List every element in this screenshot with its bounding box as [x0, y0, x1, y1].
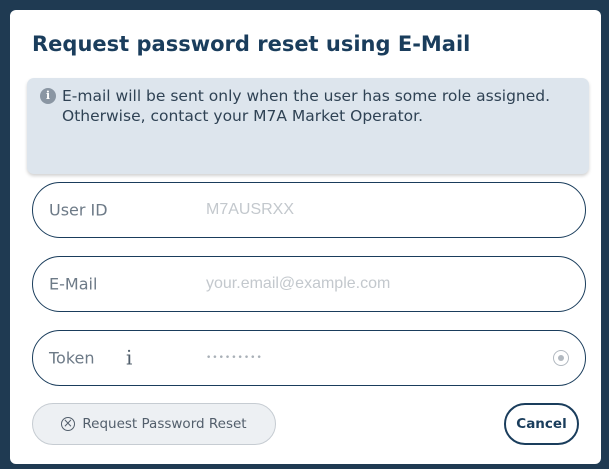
token-info-icon[interactable]: i: [126, 346, 132, 370]
user-id-label: User ID: [49, 200, 108, 220]
info-message-box: i E-mail will be sent only when the user…: [27, 78, 589, 174]
dialog-title: Request password reset using E-Mail: [32, 32, 471, 56]
request-password-reset-button[interactable]: Request Password Reset: [32, 403, 276, 445]
password-reset-dialog: Request password reset using E-Mail i E-…: [10, 10, 601, 464]
token-input[interactable]: •••••••••: [206, 353, 263, 363]
token-label: Token: [49, 348, 95, 368]
info-circle-icon: i: [40, 88, 56, 104]
email-input[interactable]: [206, 275, 536, 293]
info-message-text: E-mail will be sent only when the user h…: [62, 87, 551, 125]
email-label: E-Mail: [49, 274, 98, 294]
email-field[interactable]: E-Mail: [32, 256, 586, 312]
user-id-input[interactable]: [206, 201, 536, 219]
request-password-reset-label: Request Password Reset: [82, 416, 247, 432]
user-id-field[interactable]: User ID: [32, 182, 586, 238]
cancel-label: Cancel: [516, 416, 567, 432]
reset-circle-icon: [61, 415, 76, 431]
token-field[interactable]: Token i •••••••••: [32, 330, 586, 386]
cancel-button[interactable]: Cancel: [504, 403, 579, 445]
eye-icon[interactable]: [553, 350, 569, 366]
